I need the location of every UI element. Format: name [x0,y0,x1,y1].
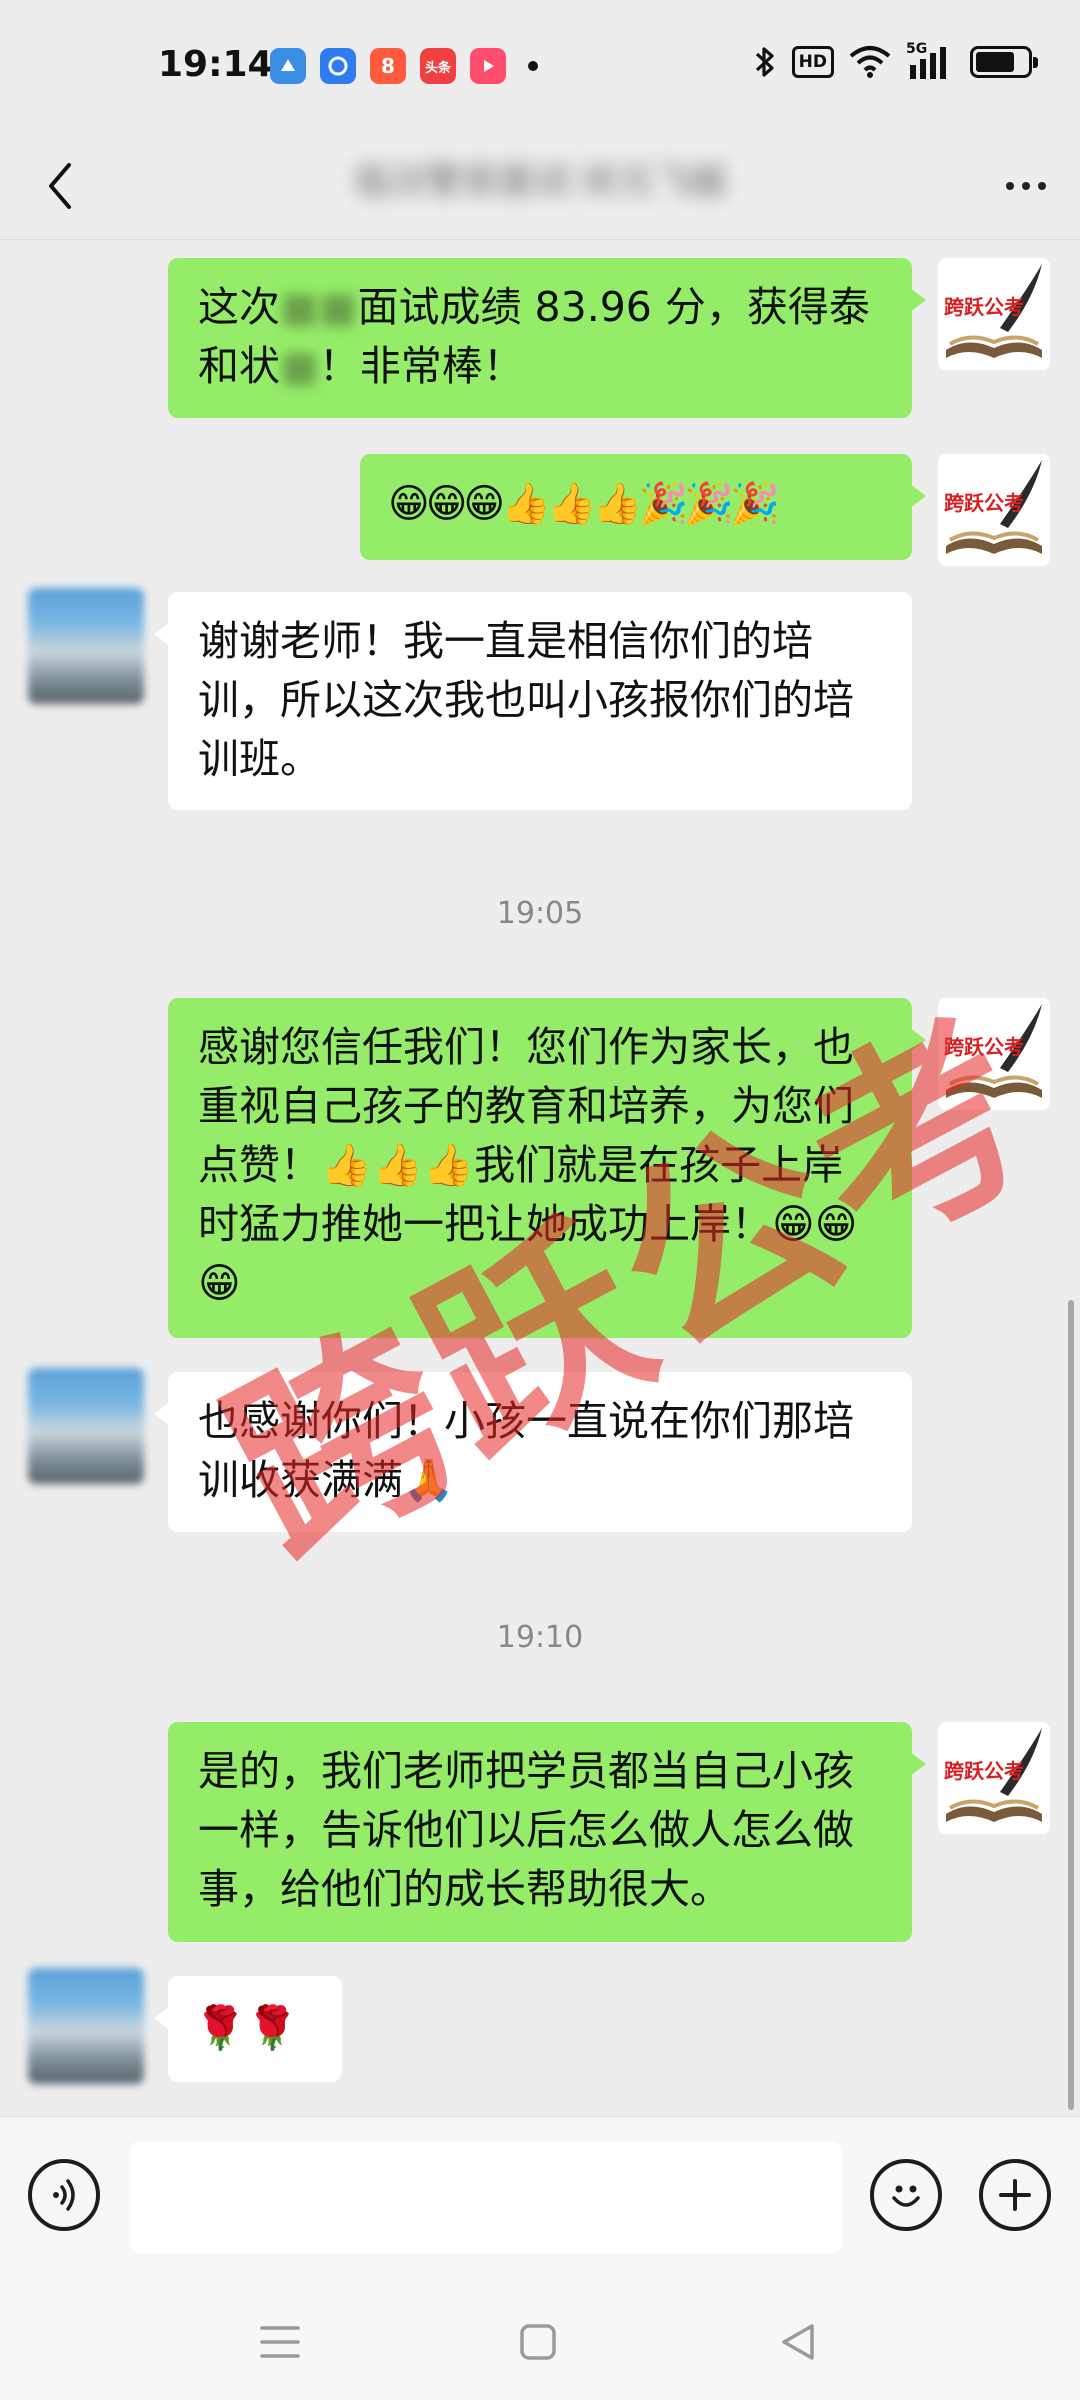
signal-icon [910,47,946,79]
message-text-segment: 这次 [198,283,280,331]
contact-avatar[interactable] [28,588,144,704]
message-bubble-incoming[interactable]: 谢谢老师！我一直是相信你们的培训，所以这次我也叫小孩报你们的培训班。 [154,592,912,810]
voice-input-button[interactable] [28,2159,100,2231]
hd-badge: HD [791,46,834,78]
message-text: 感谢您信任我们！您们作为家长，也重视自己孩子的教育和培养，为您们点赞！👍👍👍我们… [198,1023,858,1307]
message-list[interactable]: 这次■■面试成绩 83.96 分，获得泰和状■！非常棒！ 跨跃公考 😁😁😁👍👍👍… [0,240,1080,2116]
message-text: 谢谢老师！我一直是相信你们的培训，所以这次我也叫小孩报你们的培训班。 [198,617,854,783]
self-avatar[interactable]: 跨跃公考 [938,454,1050,566]
redacted-text: ■■ [280,283,358,331]
video-app-icon [470,48,506,84]
triangle-back-icon [782,2324,814,2360]
home-button[interactable] [508,2314,568,2370]
more-notifications-dot [528,61,538,71]
chevron-left-icon [49,163,71,209]
emoji-message: 😁😁😁👍👍👍🎉🎉🎉 [388,481,780,527]
emoji-button[interactable] [870,2159,942,2231]
status-bar: 19:14 8 头条 HD 5G [0,0,1080,136]
more-functions-button[interactable] [979,2159,1051,2231]
message-bubble-outgoing[interactable]: 这次■■面试成绩 83.96 分，获得泰和状■！非常棒！ [168,258,926,418]
self-avatar[interactable]: 跨跃公考 [938,258,1050,370]
blue-app-icon [270,48,306,84]
avatar-logo-text: 跨跃公考 [944,1035,1024,1059]
book-quill-logo-icon: 跨跃公考 [938,258,1050,370]
emoji-message: 🌹🌹 [194,2003,299,2052]
book-quill-logo-icon: 跨跃公考 [938,998,1050,1110]
contact-avatar[interactable] [28,1368,144,1484]
more-dot-icon [1038,182,1046,190]
toutiao-app-icon: 头条 [420,48,456,84]
message-timestamp: 19:05 [496,896,584,931]
redacted-text: ■ [280,342,319,390]
message-bubble-outgoing[interactable]: 感谢您信任我们！您们作为家长，也重视自己孩子的教育和培养，为您们点赞！👍👍👍我们… [168,998,926,1338]
message-bubble-outgoing[interactable]: 是的，我们老师把学员都当自己小孩一样，告诉他们以后怎么做人怎么做事，给他们的成长… [168,1722,926,1942]
bluetooth-icon [755,47,774,77]
square-home-icon [520,2324,556,2360]
shopping-app-icon: 8 [370,48,406,84]
battery-level [976,52,1014,72]
message-timestamp: 19:10 [496,1620,584,1655]
contact-avatar[interactable] [28,1968,144,2084]
self-avatar[interactable]: 跨跃公考 [938,1722,1050,1834]
battery-icon [970,46,1038,78]
more-dot-icon [1022,182,1030,190]
message-bubble-incoming[interactable]: 也感谢你们！小孩一直说在你们那培训收获满满🙏 [154,1372,912,1532]
message-bubble-outgoing[interactable]: 😁😁😁👍👍👍🎉🎉🎉 [360,454,926,560]
avatar-logo-text: 跨跃公考 [944,1759,1024,1783]
avatar-logo-text: 跨跃公考 [944,491,1024,515]
chat-title: 临汾警官面试·状元飞越 [354,161,726,202]
message-text: 是的，我们老师把学员都当自己小孩一样，告诉他们以后怎么做人怎么做事，给他们的成长… [198,1747,854,1913]
wifi-icon [849,46,891,78]
message-input[interactable] [130,2141,842,2253]
message-text: 也感谢你们！小孩一直说在你们那培训收获满满🙏 [198,1397,854,1504]
book-quill-logo-icon: 跨跃公考 [938,1722,1050,1834]
voice-icon [53,2179,75,2211]
more-button[interactable] [994,156,1058,216]
scrollbar[interactable] [1068,1300,1074,2110]
smiley-icon [892,2185,920,2207]
book-quill-logo-icon: 跨跃公考 [938,454,1050,566]
notification-icons: 8 头条 [270,48,538,84]
back-nav-button[interactable] [768,2314,828,2370]
input-bar [0,2116,1080,2280]
chat-header: 临汾警官面试·状元飞越 [0,136,1080,240]
avatar-logo-text: 跨跃公考 [944,295,1024,319]
self-avatar[interactable]: 跨跃公考 [938,998,1050,1110]
back-button[interactable] [30,156,90,216]
hamburger-icon [260,2326,300,2358]
plus-icon [999,2179,1031,2211]
menu-button[interactable] [250,2314,310,2370]
message-text-segment: ！非常棒！ [318,342,524,390]
more-dot-icon [1006,182,1014,190]
system-navigation-bar [0,2280,1080,2400]
status-time: 19:14 [158,44,273,85]
signal-indicator: 5G [906,41,956,79]
browser-app-icon [320,48,356,84]
system-status: HD 5G [752,41,1038,80]
message-bubble-incoming[interactable]: 🌹🌹 [154,1976,342,2082]
